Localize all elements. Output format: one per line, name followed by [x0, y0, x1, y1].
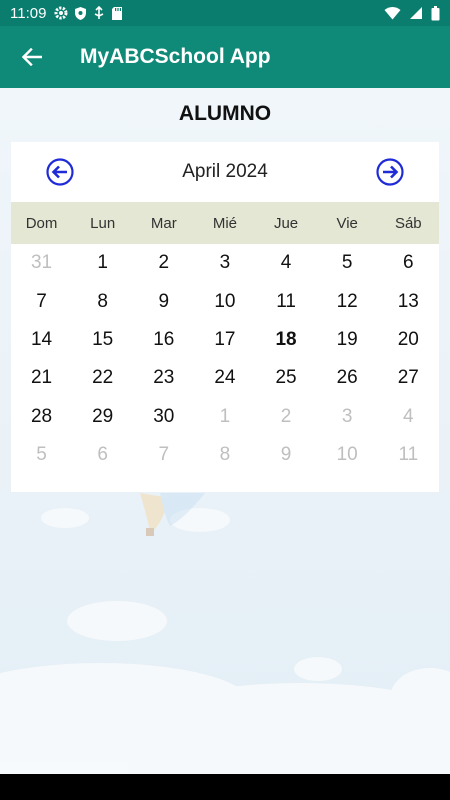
- status-bar: 11:09: [0, 0, 450, 26]
- battery-icon: [431, 5, 440, 20]
- calendar-day-other-month[interactable]: 6: [72, 436, 133, 474]
- calendar-day-other-month[interactable]: 5: [11, 436, 72, 474]
- calendar-day[interactable]: 6: [378, 244, 439, 282]
- calendar-day-other-month[interactable]: 10: [317, 436, 378, 474]
- weekday-label: Jue: [273, 214, 299, 232]
- signal-icon: [410, 7, 422, 19]
- calendar-day[interactable]: 28: [11, 398, 72, 436]
- weekday-label: Dom: [25, 214, 58, 232]
- next-month-icon[interactable]: [375, 157, 405, 187]
- calendar-day[interactable]: 14: [11, 321, 72, 359]
- calendar-day[interactable]: 17: [194, 321, 255, 359]
- calendar-day[interactable]: 13: [378, 282, 439, 320]
- arrow-left-icon: [22, 48, 42, 66]
- calendar-day[interactable]: 7: [11, 282, 72, 320]
- sd-card-icon: [112, 6, 123, 20]
- calendar-day[interactable]: 1: [72, 244, 133, 282]
- calendar-day[interactable]: 23: [133, 359, 194, 397]
- back-button[interactable]: [4, 26, 60, 88]
- calendar-day-other-month[interactable]: 11: [378, 436, 439, 474]
- calendar: April 2024 Dom Lun Mar Mié Jue Vie Sáb 3…: [11, 142, 439, 492]
- weekday-label: Vie: [336, 214, 358, 232]
- status-icons-right: [384, 5, 440, 21]
- usb-debug-icon: [95, 5, 104, 19]
- calendar-day[interactable]: 15: [72, 321, 133, 359]
- shield-icon: [75, 6, 87, 20]
- calendar-day[interactable]: 8: [72, 282, 133, 320]
- calendar-day[interactable]: 26: [317, 359, 378, 397]
- calendar-day[interactable]: 4: [256, 244, 317, 282]
- calendar-days-grid: 31 1 2 3 4 5 6 7 8 9 10 11 12 13 14 15 16 17 18 19 20 21 22 23 2…: [11, 244, 439, 474]
- wifi-icon: [384, 7, 401, 20]
- calendar-day-other-month[interactable]: 7: [133, 436, 194, 474]
- calendar-day[interactable]: 12: [317, 282, 378, 320]
- calendar-day-other-month[interactable]: 4: [378, 398, 439, 436]
- calendar-day[interactable]: 16: [133, 321, 194, 359]
- weekday-label: Mar: [150, 214, 177, 232]
- calendar-day[interactable]: 11: [256, 282, 317, 320]
- calendar-day-other-month[interactable]: 3: [317, 398, 378, 436]
- calendar-day[interactable]: 27: [378, 359, 439, 397]
- calendar-header: April 2024: [11, 142, 439, 202]
- calendar-day-today[interactable]: 18: [256, 321, 317, 359]
- calendar-day[interactable]: 21: [11, 359, 72, 397]
- weekday-header: Dom Lun Mar Mié Jue Vie Sáb: [11, 202, 439, 244]
- weekday-label: Lun: [90, 214, 116, 232]
- calendar-day[interactable]: 19: [317, 321, 378, 359]
- calendar-day-other-month[interactable]: 1: [194, 398, 255, 436]
- page-heading: ALUMNO: [178, 102, 272, 125]
- previous-month-icon[interactable]: [45, 157, 75, 187]
- system-navigation-bar: [0, 774, 450, 800]
- calendar-day-other-month[interactable]: 2: [256, 398, 317, 436]
- calendar-day[interactable]: 9: [133, 282, 194, 320]
- weekday-label: Sáb: [394, 214, 422, 232]
- calendar-day[interactable]: 10: [194, 282, 255, 320]
- calendar-day[interactable]: 3: [194, 244, 255, 282]
- status-time: 11:09: [10, 4, 47, 22]
- calendar-day[interactable]: 29: [72, 398, 133, 436]
- calendar-day[interactable]: 25: [256, 359, 317, 397]
- weekday-label: Mié: [212, 214, 238, 232]
- calendar-day[interactable]: 24: [194, 359, 255, 397]
- calendar-day-other-month[interactable]: 9: [256, 436, 317, 474]
- gear-icon: [54, 6, 68, 20]
- status-icons-left: [54, 5, 123, 21]
- calendar-day-other-month[interactable]: 8: [194, 436, 255, 474]
- calendar-day[interactable]: 2: [133, 244, 194, 282]
- main-content: ALUMNO April 2024 Dom Lun Mar Mié Jue Vi…: [0, 88, 450, 774]
- calendar-day[interactable]: 20: [378, 321, 439, 359]
- app-title: MyABCSchool App: [80, 45, 271, 68]
- calendar-day[interactable]: 30: [133, 398, 194, 436]
- calendar-day[interactable]: 22: [72, 359, 133, 397]
- month-label: April 2024: [182, 161, 268, 182]
- calendar-day-other-month[interactable]: 31: [11, 244, 72, 282]
- app-bar: MyABCSchool App: [0, 26, 450, 88]
- calendar-day[interactable]: 5: [317, 244, 378, 282]
